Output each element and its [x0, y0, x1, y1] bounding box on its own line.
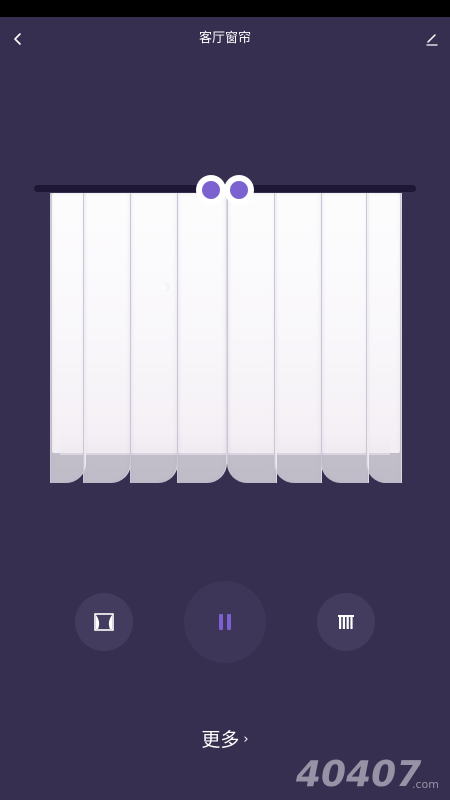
curtain-panel: [321, 193, 369, 483]
curtain-panel: [177, 193, 227, 483]
back-button[interactable]: [4, 25, 32, 53]
chevron-left-icon: [14, 33, 21, 45]
right-curtain-handle[interactable]: [224, 175, 254, 205]
app-header: 客厅窗帘: [0, 17, 450, 61]
curtain-panel: [274, 193, 322, 483]
svg-text:.com: .com: [412, 778, 439, 791]
open-curtain-button[interactable]: [75, 593, 133, 651]
svg-text:40407: 40407: [296, 754, 421, 795]
curtain-panels: [50, 193, 402, 483]
curtain-close-icon: [338, 615, 354, 629]
watermark-logo: 40407 .com: [296, 754, 439, 795]
edit-button[interactable]: [418, 25, 446, 53]
curtain-open-icon: [94, 613, 114, 631]
page-title: 客厅窗帘: [198, 31, 251, 46]
curtain-illustration: ☽: [30, 175, 420, 487]
more-label: 更多: [201, 729, 240, 751]
pencil-icon: [426, 34, 438, 46]
left-curtain-handle[interactable]: [196, 175, 226, 205]
handle-dot: [202, 181, 220, 199]
curtain-panel: [83, 193, 131, 483]
curtain-panel: [366, 193, 402, 483]
curtain-panel: [130, 193, 178, 483]
pause-icon: [219, 614, 231, 630]
chevron-right-icon: ›: [243, 732, 249, 747]
handle-dot: [230, 181, 248, 199]
curtain-panel: [50, 193, 86, 483]
close-curtain-button[interactable]: [317, 593, 375, 651]
curtain-panel: [227, 193, 277, 483]
status-bar: [0, 0, 450, 17]
pause-button[interactable]: [184, 581, 266, 663]
